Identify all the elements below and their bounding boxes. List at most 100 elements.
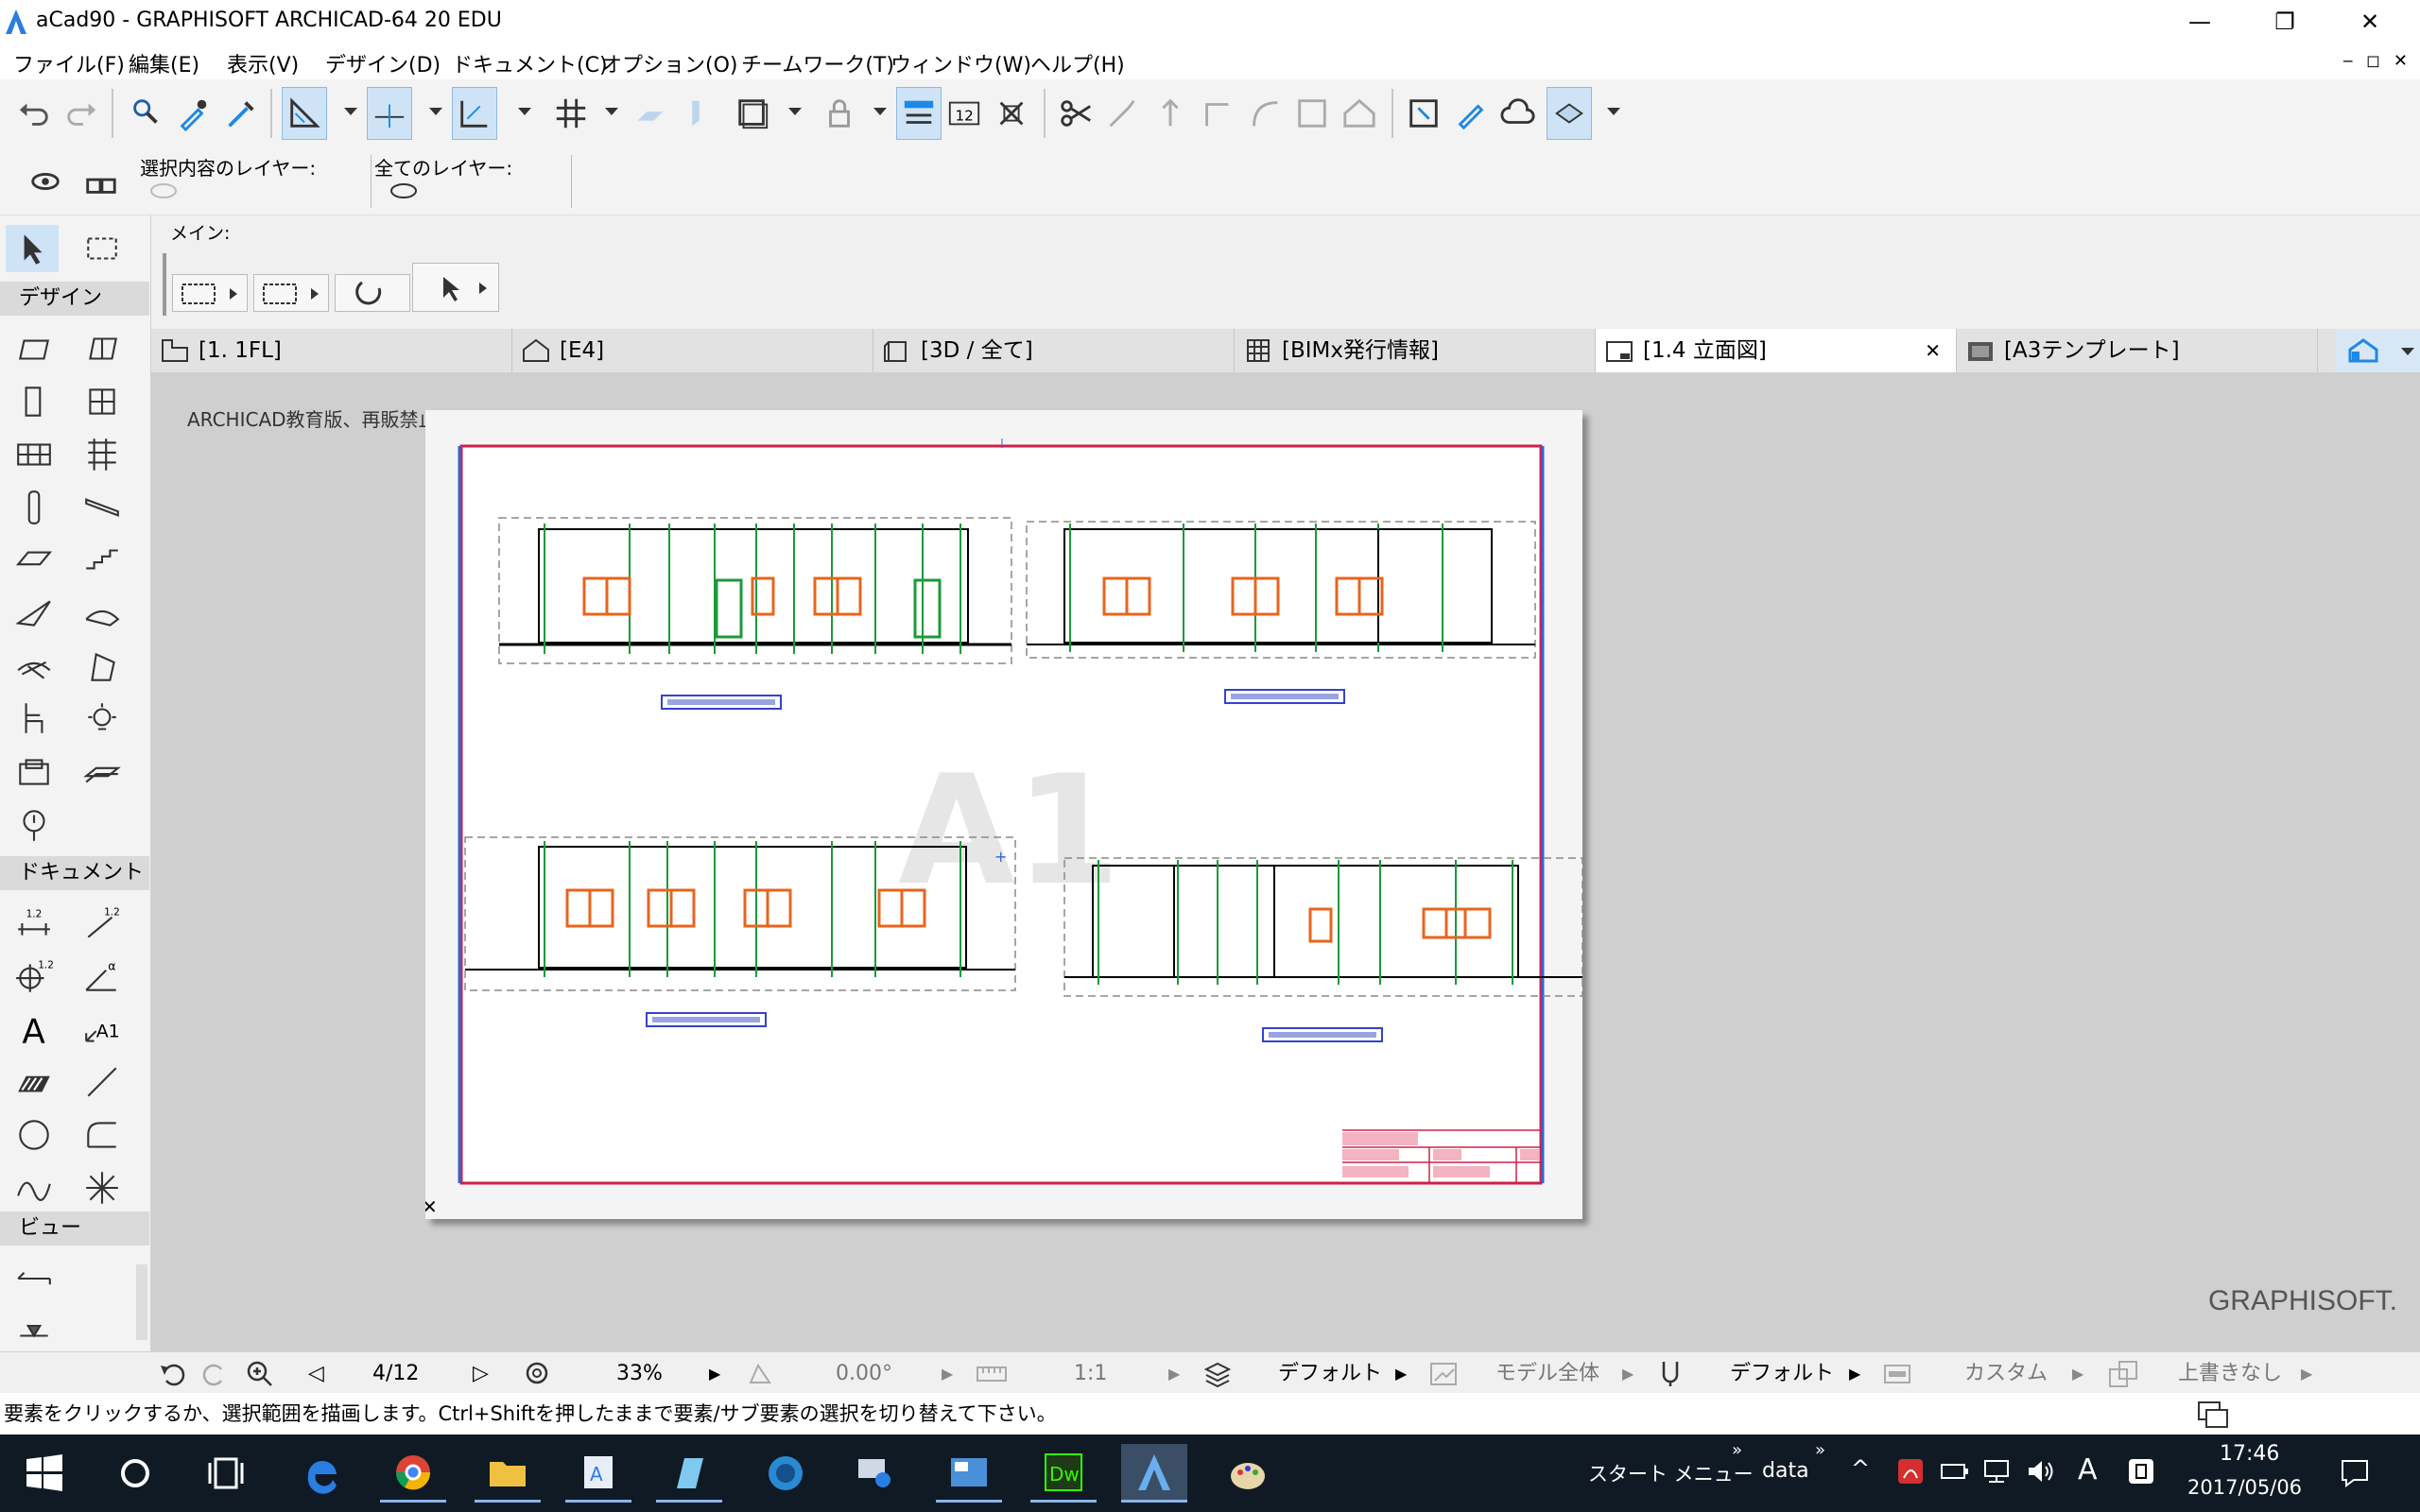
tab-3d[interactable]: [3D / 全て]	[873, 329, 1235, 372]
document-window-controls[interactable]: ‒ ◻ ✕	[2342, 51, 2411, 71]
menu-design[interactable]: デザイン(D)	[325, 48, 441, 78]
offset-button[interactable]	[1289, 87, 1335, 140]
graphic-override-icon[interactable]	[2108, 1360, 2138, 1388]
tab-close-button[interactable]: ✕	[1925, 329, 1941, 372]
dimension-display-button[interactable]: 12	[942, 87, 987, 140]
restore-button[interactable]: ❐	[2250, 0, 2320, 43]
menu-file[interactable]: ファイル(F)	[13, 48, 125, 78]
eyedropper-button[interactable]	[170, 87, 216, 140]
section-tool[interactable]	[8, 1255, 60, 1302]
eye-all-icon[interactable]	[389, 181, 418, 200]
network-icon[interactable]	[1981, 1457, 2012, 1486]
shell-tool[interactable]	[76, 590, 129, 637]
dreamweaver-app[interactable]: Dw	[1030, 1444, 1097, 1503]
start-menu-toolbar[interactable]: スタート メニュー	[1588, 1459, 1754, 1487]
navigator-dropdown-arrow[interactable]	[2401, 348, 2414, 355]
menu-help[interactable]: ヘルプ(H)	[1030, 48, 1125, 78]
pen-set-icon[interactable]	[1658, 1360, 1683, 1388]
layout-sheet[interactable]: A1 + ✕	[425, 410, 1582, 1219]
globe-app[interactable]	[752, 1444, 819, 1503]
guide-lines-button[interactable]	[282, 87, 327, 140]
clock-date[interactable]: 2017/05/06	[2187, 1476, 2302, 1499]
layer-visibility-button[interactable]	[23, 155, 68, 208]
start-button[interactable]	[11, 1444, 78, 1503]
menu-edit[interactable]: 編集(E)	[129, 48, 199, 78]
edge-app[interactable]	[289, 1444, 355, 1503]
view-angle[interactable]: 0.00°	[836, 1360, 892, 1388]
slab-beam-tool[interactable]	[76, 484, 129, 531]
text-tool[interactable]: A	[8, 1005, 60, 1053]
intersect-button[interactable]	[1195, 87, 1240, 140]
pen-set-dropdown-arrow[interactable]: ▶	[1849, 1360, 1860, 1388]
fill-tool[interactable]	[8, 1058, 60, 1106]
task-view-button[interactable]	[193, 1444, 259, 1503]
layer-combination-icon[interactable]	[1202, 1360, 1233, 1388]
action-center-icon[interactable]	[2339, 1457, 2371, 1489]
zoom-dropdown-arrow[interactable]: ▶	[709, 1360, 720, 1388]
spline-tool[interactable]	[8, 1164, 60, 1211]
tab-elevation-layout[interactable]: [1.4 立面図] ✕	[1596, 329, 1957, 372]
slab-tool[interactable]	[8, 537, 60, 584]
acrobat-tray-icon[interactable]	[1896, 1457, 1925, 1486]
layout-canvas[interactable]: ARCHICAD教育版、再販禁止。GRAPHISOFT提供。 A1 + ✕ GR…	[151, 372, 2420, 1351]
morph-tool[interactable]	[76, 643, 129, 690]
prev-page-button[interactable]: ◁	[308, 1360, 324, 1388]
menu-options[interactable]: オプション(O)	[601, 48, 737, 78]
polyline-tool[interactable]	[76, 1111, 129, 1159]
stair-tool[interactable]	[76, 537, 129, 584]
layer-lock-button[interactable]	[78, 155, 123, 208]
chrome-app[interactable]	[380, 1444, 446, 1503]
control-panel-app[interactable]	[936, 1444, 1002, 1503]
object-tool[interactable]	[8, 696, 60, 743]
fillet-button[interactable]	[1242, 87, 1288, 140]
beam-tool[interactable]	[8, 431, 60, 478]
suspend-groups-button[interactable]	[628, 87, 673, 140]
tab-master-layout[interactable]: [A3テンプレート]	[1957, 329, 2318, 372]
remote-app[interactable]	[841, 1444, 908, 1503]
battery-icon[interactable]	[1940, 1459, 1970, 1484]
menu-window[interactable]: ウィンドウ(W)	[890, 48, 1031, 78]
relative-construction-button[interactable]	[452, 87, 497, 140]
dimension-standard-value[interactable]: カスタム	[1964, 1360, 2048, 1388]
line-tool[interactable]	[76, 1058, 129, 1106]
close-button[interactable]: ✕	[2335, 0, 2405, 43]
dimension-standard-icon[interactable]	[1883, 1364, 1911, 1384]
dimension-dropdown-arrow[interactable]: ▶	[2072, 1360, 2083, 1388]
trace-button[interactable]	[673, 87, 718, 140]
column-tool[interactable]	[8, 484, 60, 531]
roof-tool[interactable]	[8, 590, 60, 637]
show-selection-button[interactable]	[896, 87, 942, 140]
notepad-app[interactable]	[656, 1444, 722, 1503]
snap-guides-button[interactable]	[367, 87, 412, 140]
file-explorer-app[interactable]	[475, 1444, 541, 1503]
arrow-tool[interactable]	[6, 225, 59, 272]
ime-pad-icon[interactable]	[2127, 1457, 2155, 1486]
arrow-settings-button[interactable]	[412, 263, 499, 312]
label-tool[interactable]: A1	[76, 1005, 129, 1053]
paint-app[interactable]	[1216, 1444, 1282, 1503]
navigator-button[interactable]	[2335, 329, 2420, 372]
dimension-tool[interactable]: 1.2	[8, 900, 60, 947]
grid-snap-button[interactable]	[548, 87, 594, 140]
gravity-button[interactable]	[335, 274, 410, 312]
menu-view[interactable]: 表示(V)	[227, 48, 299, 78]
angle-dimension-tool[interactable]: α	[76, 953, 129, 1000]
model-view-dropdown-arrow[interactable]: ▶	[1622, 1360, 1634, 1388]
zoom-in-icon[interactable]	[246, 1360, 274, 1388]
show-hidden-icons-button[interactable]: ^	[1851, 1455, 1870, 1482]
override-dropdown-arrow[interactable]: ▶	[2301, 1360, 2312, 1388]
menu-document[interactable]: ドキュメント(C)	[452, 48, 608, 78]
design-section-header[interactable]: デザイン	[0, 282, 149, 316]
ruler-icon[interactable]	[976, 1364, 1008, 1384]
cortana-button[interactable]	[102, 1444, 168, 1503]
layer-dropdown-arrow[interactable]: ▶	[1395, 1360, 1407, 1388]
lamp-tool[interactable]	[76, 696, 129, 743]
split-button[interactable]	[1053, 87, 1098, 140]
find-select-button[interactable]	[123, 87, 168, 140]
mesh-tool[interactable]	[8, 643, 60, 690]
ime-indicator[interactable]: A	[2078, 1453, 2098, 1486]
roof-tool-button[interactable]	[1337, 87, 1382, 140]
archicad-app[interactable]	[1121, 1444, 1187, 1503]
minimize-button[interactable]: —	[2165, 0, 2235, 43]
3d-view-button[interactable]	[1547, 87, 1592, 140]
